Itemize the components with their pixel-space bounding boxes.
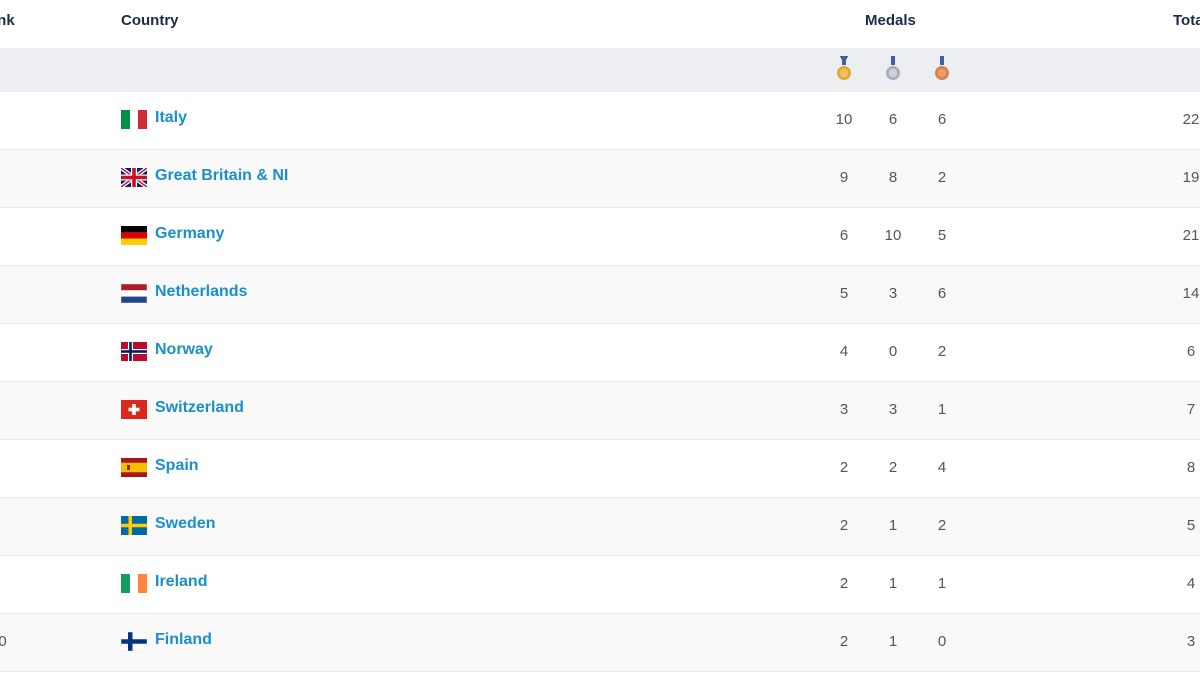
silver-count: 3 xyxy=(888,401,898,418)
bronze-count: 2 xyxy=(937,343,947,360)
gold-medal-icon[interactable] xyxy=(836,56,852,82)
norway-flag-icon xyxy=(121,342,147,361)
silver-count: 1 xyxy=(888,517,898,534)
great-britain-flag-icon xyxy=(121,168,147,187)
country-link[interactable]: Netherlands xyxy=(155,283,247,301)
country-link[interactable]: Germany xyxy=(155,225,224,243)
bronze-count: 5 xyxy=(937,227,947,244)
gold-count: 6 xyxy=(839,227,849,244)
gold-count: 4 xyxy=(839,343,849,360)
total-count: 19 xyxy=(1182,169,1200,186)
silver-count: 0 xyxy=(888,343,898,360)
country-link[interactable]: Norway xyxy=(155,341,213,359)
gold-count: 2 xyxy=(839,517,849,534)
medals-column-header: Medals xyxy=(865,12,916,29)
gold-count: 2 xyxy=(839,575,849,592)
country-link[interactable]: Finland xyxy=(155,631,212,649)
bronze-count: 1 xyxy=(937,401,947,418)
bronze-count: 0 xyxy=(937,633,947,650)
total-count: 7 xyxy=(1186,401,1196,418)
bronze-count: 6 xyxy=(937,285,947,302)
table-row[interactable]: 7Spain2248 xyxy=(0,440,1200,498)
country-link[interactable]: Sweden xyxy=(155,515,215,533)
medal-subheader xyxy=(0,48,1200,92)
table-row[interactable]: 5Norway4026 xyxy=(0,324,1200,382)
bronze-count: 2 xyxy=(937,517,947,534)
country-link[interactable]: Great Britain & NI xyxy=(155,167,288,185)
table-header: Rank Country Medals Total xyxy=(0,0,1200,48)
gold-count: 9 xyxy=(839,169,849,186)
silver-count: 2 xyxy=(888,459,898,476)
bronze-count: 2 xyxy=(937,169,947,186)
germany-flag-icon xyxy=(121,226,147,245)
switzerland-flag-icon xyxy=(121,400,147,419)
gold-count: 3 xyxy=(839,401,849,418)
netherlands-flag-icon xyxy=(121,284,147,303)
country-link[interactable]: Switzerland xyxy=(155,399,244,417)
table-row[interactable]: 10Finland2103 xyxy=(0,614,1200,672)
medal-table: Rank Country Medals Total 1Italy1066222G… xyxy=(0,0,1200,675)
italy-flag-icon xyxy=(121,110,147,129)
ireland-flag-icon xyxy=(121,574,147,593)
bronze-medal-icon[interactable] xyxy=(934,56,950,82)
table-row[interactable]: 1Italy106622 xyxy=(0,92,1200,150)
silver-medal-icon[interactable] xyxy=(885,56,901,82)
silver-count: 1 xyxy=(888,633,898,650)
table-body: 1Italy1066222Great Britain & NI982193Ger… xyxy=(0,92,1200,672)
spain-flag-icon xyxy=(121,458,147,477)
rank-column-header[interactable]: Rank xyxy=(0,12,15,29)
gold-count: 2 xyxy=(839,633,849,650)
table-row[interactable]: 4Netherlands53614 xyxy=(0,266,1200,324)
country-link[interactable]: Ireland xyxy=(155,573,207,591)
total-column-header[interactable]: Total xyxy=(1173,12,1200,29)
total-count: 6 xyxy=(1186,343,1196,360)
country-column-header[interactable]: Country xyxy=(121,12,179,29)
table-row[interactable]: 3Germany610521 xyxy=(0,208,1200,266)
silver-count: 10 xyxy=(884,227,902,244)
table-row[interactable]: 9Ireland2114 xyxy=(0,556,1200,614)
silver-count: 8 xyxy=(888,169,898,186)
gold-count: 10 xyxy=(835,111,853,128)
gold-count: 2 xyxy=(839,459,849,476)
total-count: 21 xyxy=(1182,227,1200,244)
table-row[interactable]: 8Sweden2125 xyxy=(0,498,1200,556)
bronze-count: 1 xyxy=(937,575,947,592)
bronze-count: 4 xyxy=(937,459,947,476)
total-count: 14 xyxy=(1182,285,1200,302)
bronze-count: 6 xyxy=(937,111,947,128)
sweden-flag-icon xyxy=(121,516,147,535)
total-count: 22 xyxy=(1182,111,1200,128)
table-row[interactable]: 2Great Britain & NI98219 xyxy=(0,150,1200,208)
rank-cell: 10 xyxy=(0,633,7,650)
total-count: 5 xyxy=(1186,517,1196,534)
country-link[interactable]: Spain xyxy=(155,457,199,475)
finland-flag-icon xyxy=(121,632,147,651)
silver-count: 3 xyxy=(888,285,898,302)
country-link[interactable]: Italy xyxy=(155,109,187,127)
table-row[interactable]: 6Switzerland3317 xyxy=(0,382,1200,440)
total-count: 8 xyxy=(1186,459,1196,476)
silver-count: 6 xyxy=(888,111,898,128)
gold-count: 5 xyxy=(839,285,849,302)
silver-count: 1 xyxy=(888,575,898,592)
total-count: 3 xyxy=(1186,633,1196,650)
total-count: 4 xyxy=(1186,575,1196,592)
